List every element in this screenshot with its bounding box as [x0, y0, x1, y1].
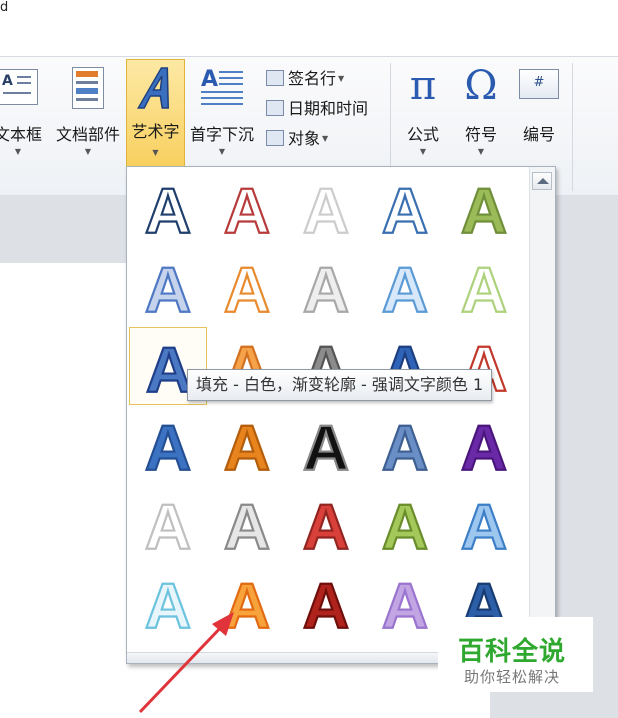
- annotation-arrow: [138, 612, 234, 714]
- watermark-title: 百科全说: [458, 637, 567, 667]
- watermark: 百科全说 助你轻松解决: [438, 617, 593, 692]
- watermark-subtitle: 助你轻松解决: [464, 668, 561, 686]
